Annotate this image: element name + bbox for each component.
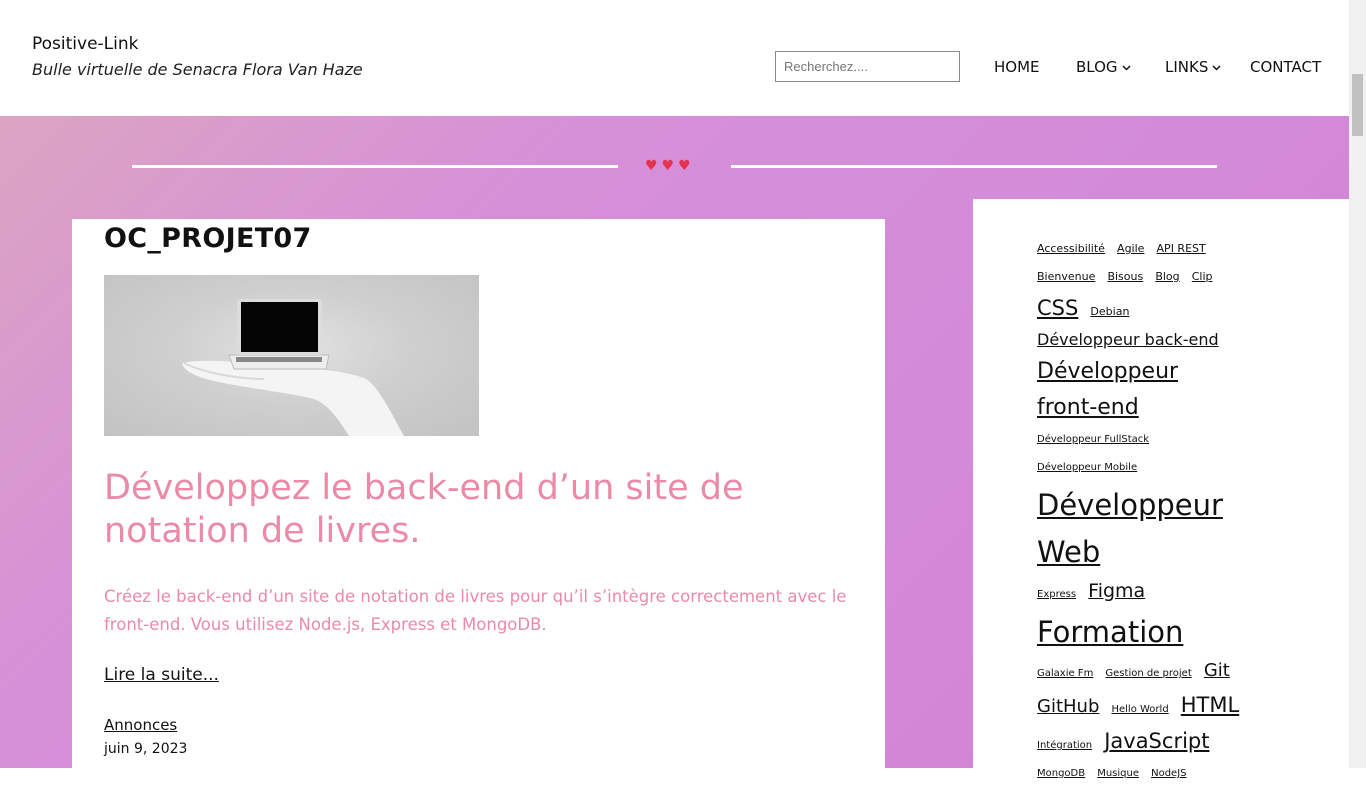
nav-links-label: LINKS [1165,58,1209,76]
tag-link[interactable]: Développeur FullStack [1037,426,1149,454]
tag-link[interactable]: GitHub [1037,692,1099,721]
post-date: juin 9, 2023 [104,741,188,757]
tag-link[interactable]: Gestion de projet [1105,660,1191,688]
nav-home-label: HOME [994,58,1040,76]
nav-contact-label: CONTACT [1250,58,1322,76]
tag-link[interactable]: Express [1037,581,1076,609]
nav-links[interactable]: LINKS [1165,58,1221,76]
tag-link[interactable]: Figma [1088,576,1145,607]
tag-link[interactable]: Bisous [1107,263,1143,291]
sidebar: Accessibilité Agile API REST Bienvenue B… [973,199,1349,779]
site-tagline: Bulle virtuelle de Senacra Flora Van Haz… [32,60,363,79]
tag-link[interactable]: Développeur Mobile [1037,454,1137,482]
tag-link[interactable]: Développeur front-end [1037,354,1242,426]
post-excerpt: Créez le back-end d’un site de notation … [104,587,847,634]
tag-link[interactable]: Formation [1037,609,1183,656]
tag-link[interactable]: CSS [1037,291,1078,325]
tag-link[interactable]: Développeur back-end [1037,326,1219,354]
tag-cloud: Accessibilité Agile API REST Bienvenue B… [1037,235,1249,788]
scrollbar[interactable] [1349,0,1366,768]
nav-blog[interactable]: BLOG [1076,58,1131,76]
read-more-link[interactable]: Lire la suite... [104,665,219,685]
post-thumbnail[interactable] [104,275,479,436]
tag-link[interactable]: Intégration [1037,732,1092,760]
tag-link[interactable]: JavaScript [1104,724,1209,758]
hearts-icon: ♥♥♥ [645,158,695,174]
post-title-link[interactable]: Développez le back-end d’un site de nota… [104,467,864,553]
post-category-link[interactable]: Annonces [104,716,177,734]
tag-link[interactable]: Galaxie Fm [1037,660,1093,688]
nav-home[interactable]: HOME [994,58,1040,76]
tag-link[interactable]: Agile [1117,235,1144,263]
search-input[interactable] [775,51,960,82]
tag-link[interactable]: Hello World [1111,696,1168,724]
tag-link[interactable]: Musique [1097,760,1139,788]
tag-link[interactable]: NodeJS [1151,760,1186,788]
divider-line-right [731,165,1217,168]
tag-link[interactable]: Debian [1090,298,1129,326]
tag-link[interactable]: Git [1204,656,1230,685]
scrollbar-thumb[interactable] [1352,74,1363,136]
category-heading: OC_PROJET07 [104,223,312,254]
tag-link[interactable]: API REST [1157,235,1206,263]
tag-link[interactable]: Bienvenue [1037,263,1095,291]
tag-link[interactable]: MongoDB [1037,760,1085,788]
post-card: OC_PROJET07 Développez le back-end d’un … [72,219,885,779]
chevron-down-icon [1122,63,1131,74]
tag-link[interactable]: Développeur Web [1037,482,1242,576]
tag-link[interactable]: Clip [1192,263,1213,291]
divider-line-left [132,165,618,168]
tag-link[interactable]: Blog [1155,263,1179,291]
site-title[interactable]: Positive-Link [32,34,138,54]
chevron-down-icon [1212,63,1221,74]
nav-blog-label: BLOG [1076,58,1118,76]
laptop-on-hand-image [182,299,404,436]
tag-link[interactable]: HTML [1181,688,1239,722]
site-header: Positive-Link Bulle virtuelle de Senacra… [0,0,1349,116]
nav-contact[interactable]: CONTACT [1250,58,1321,76]
tag-link[interactable]: Accessibilité [1037,235,1105,263]
